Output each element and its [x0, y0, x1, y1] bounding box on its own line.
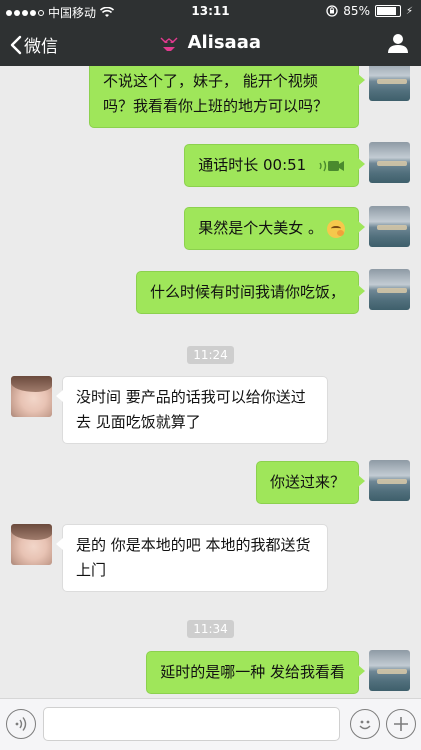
- call-bubble[interactable]: 通话时长 00:51: [184, 144, 365, 187]
- think-emoji-icon: [327, 219, 345, 238]
- message-row: 果然是个大美女 。: [0, 206, 421, 250]
- message-bubble[interactable]: 果然是个大美女 。: [184, 207, 365, 250]
- emoji-button[interactable]: [350, 709, 380, 739]
- battery-percent: 85%: [343, 4, 370, 18]
- battery-fill: [376, 7, 396, 15]
- charging-icon: ⚡: [405, 5, 413, 17]
- plus-icon: [394, 717, 408, 731]
- status-bar: 中国移动 13:11 85% ⚡: [0, 0, 421, 22]
- message-row: 不说这个了，妹子， 能开个视频吗？我看看你上班的地方可以吗？: [0, 66, 421, 128]
- timestamp: 11:34: [0, 618, 421, 638]
- my-avatar[interactable]: [369, 142, 410, 183]
- message-row: 没时间 要产品的话我可以给你送过去 见面吃饭就算了: [0, 376, 421, 444]
- voice-icon: [15, 717, 27, 731]
- my-avatar[interactable]: [369, 66, 410, 101]
- my-avatar[interactable]: [369, 460, 410, 501]
- message-input[interactable]: [43, 707, 340, 741]
- battery-icon: [374, 5, 401, 17]
- message-row: 延时的是哪一种 发给我看看: [0, 650, 421, 694]
- video-call-icon: [319, 160, 344, 171]
- message-row: 什么时候有时间我请你吃饭，: [0, 269, 421, 314]
- contact-avatar[interactable]: [11, 376, 52, 417]
- my-avatar[interactable]: [369, 269, 410, 310]
- message-row: 通话时长 00:51: [0, 142, 421, 187]
- chat-area[interactable]: 不说这个了，妹子， 能开个视频吗？我看看你上班的地方可以吗？ 通话时长 00:5…: [0, 66, 421, 698]
- chat-title-text: Alisaaa: [187, 32, 261, 53]
- input-bar: [0, 698, 421, 750]
- message-bubble[interactable]: 延时的是哪一种 发给我看看: [146, 651, 365, 694]
- message-bubble[interactable]: 是的 你是本地的吧 本地的我都送货上门: [56, 524, 328, 592]
- status-right: 85% ⚡: [326, 4, 413, 18]
- message-row: 是的 你是本地的吧 本地的我都送货上门: [0, 524, 421, 592]
- timestamp-label: 11:34: [187, 620, 234, 638]
- chat-title: Alisaaa: [0, 32, 421, 53]
- call-duration: 通话时长 00:51: [198, 156, 307, 174]
- message-bubble[interactable]: 没时间 要产品的话我可以给你送过去 见面吃饭就算了: [56, 376, 328, 444]
- timestamp-label: 11:24: [187, 346, 234, 364]
- person-icon: [388, 34, 408, 53]
- message-row: 你送过来？: [0, 460, 421, 504]
- bikini-icon: [160, 33, 184, 52]
- more-button[interactable]: [386, 709, 416, 739]
- my-avatar[interactable]: [369, 206, 410, 247]
- message-bubble[interactable]: 什么时候有时间我请你吃饭，: [135, 271, 366, 314]
- orientation-lock-icon: [326, 5, 338, 17]
- message-text: 果然是个大美女 。: [198, 219, 323, 237]
- contact-avatar[interactable]: [11, 524, 52, 565]
- message-bubble[interactable]: 不说这个了，妹子， 能开个视频吗？我看看你上班的地方可以吗？: [89, 66, 365, 128]
- message-bubble[interactable]: 你送过来？: [255, 461, 366, 504]
- profile-button[interactable]: [387, 32, 409, 58]
- voice-input-button[interactable]: [6, 709, 36, 739]
- smiley-icon: [359, 720, 371, 730]
- my-avatar[interactable]: [369, 650, 410, 691]
- timestamp: 11:24: [0, 344, 421, 364]
- nav-bar: 微信 Alisaaa: [0, 22, 421, 66]
